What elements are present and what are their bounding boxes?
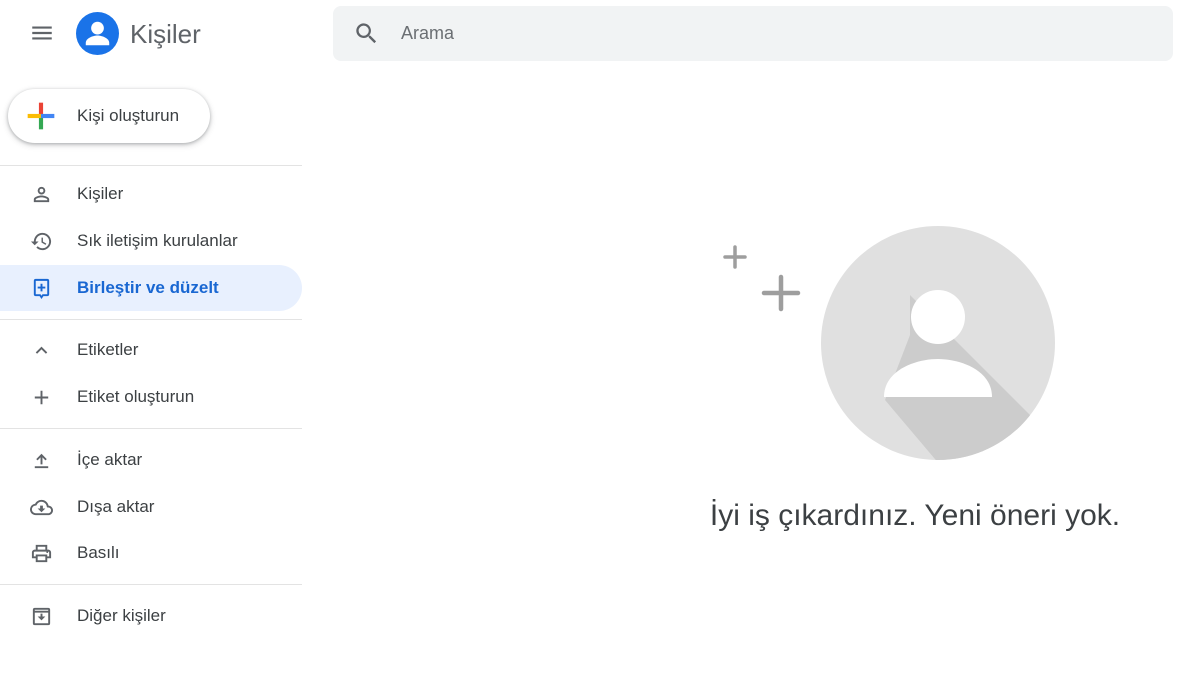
- empty-state-message: İyi iş çıkardınız. Yeni öneri yok.: [709, 499, 1121, 532]
- colorful-plus-icon: [27, 102, 55, 130]
- search-input[interactable]: [401, 6, 1141, 61]
- contacts-logo-icon: [76, 12, 119, 55]
- sidebar-item-frequent[interactable]: Sık iletişim kurulanlar: [0, 218, 302, 264]
- create-label-text: Etiket oluşturun: [77, 387, 195, 406]
- create-label-button[interactable]: Etiket oluşturun: [0, 374, 302, 420]
- print-icon: [30, 542, 53, 565]
- create-contact-label: Kişi oluşturun: [77, 106, 180, 125]
- search-bar: [333, 6, 1173, 61]
- sidebar-item-import[interactable]: İçe aktar: [0, 437, 302, 483]
- sparkle-small-icon: [723, 245, 747, 269]
- sidebar-item-label: Kişiler: [77, 184, 124, 203]
- empty-state-illustration: [723, 226, 1055, 460]
- sidebar-item-label: Birleştir ve düzelt: [77, 278, 219, 297]
- sidebar-item-merge[interactable]: Birleştir ve düzelt: [0, 265, 302, 311]
- sidebar-item-print[interactable]: Basılı: [0, 530, 302, 576]
- sparkle-large-icon: [761, 274, 801, 312]
- archive-icon: [30, 605, 53, 628]
- sidebar-item-other-contacts[interactable]: Diğer kişiler: [0, 593, 302, 639]
- history-icon: [30, 230, 53, 253]
- plus-icon: [30, 386, 53, 409]
- chevron-up-icon: [30, 339, 53, 362]
- labels-section-title: Etiketler: [77, 340, 139, 359]
- sidebar-item-contacts[interactable]: Kişiler: [0, 171, 302, 217]
- upload-icon: [30, 449, 53, 472]
- person-icon: [30, 183, 53, 206]
- sidebar-item-label: Diğer kişiler: [77, 606, 166, 625]
- top-bar: Kişiler: [0, 0, 1200, 68]
- create-contact-button[interactable]: Kişi oluşturun: [8, 89, 210, 143]
- app-title: Kişiler: [130, 19, 201, 49]
- main-menu-button[interactable]: [18, 11, 66, 55]
- labels-section-toggle[interactable]: Etiketler: [0, 327, 302, 373]
- sidebar-item-label: İçe aktar: [77, 450, 143, 469]
- merge-icon: [30, 277, 53, 300]
- divider: [0, 584, 302, 585]
- divider: [0, 319, 302, 320]
- hamburger-menu-icon: [32, 26, 52, 40]
- sidebar-item-label: Sık iletişim kurulanlar: [77, 231, 238, 250]
- sidebar-item-label: Dışa aktar: [77, 497, 155, 516]
- cloud-download-icon: [30, 496, 53, 519]
- sidebar-item-export[interactable]: Dışa aktar: [0, 484, 302, 530]
- divider: [0, 165, 302, 166]
- sidebar-item-label: Basılı: [77, 543, 120, 562]
- divider: [0, 428, 302, 429]
- search-icon[interactable]: [353, 20, 380, 47]
